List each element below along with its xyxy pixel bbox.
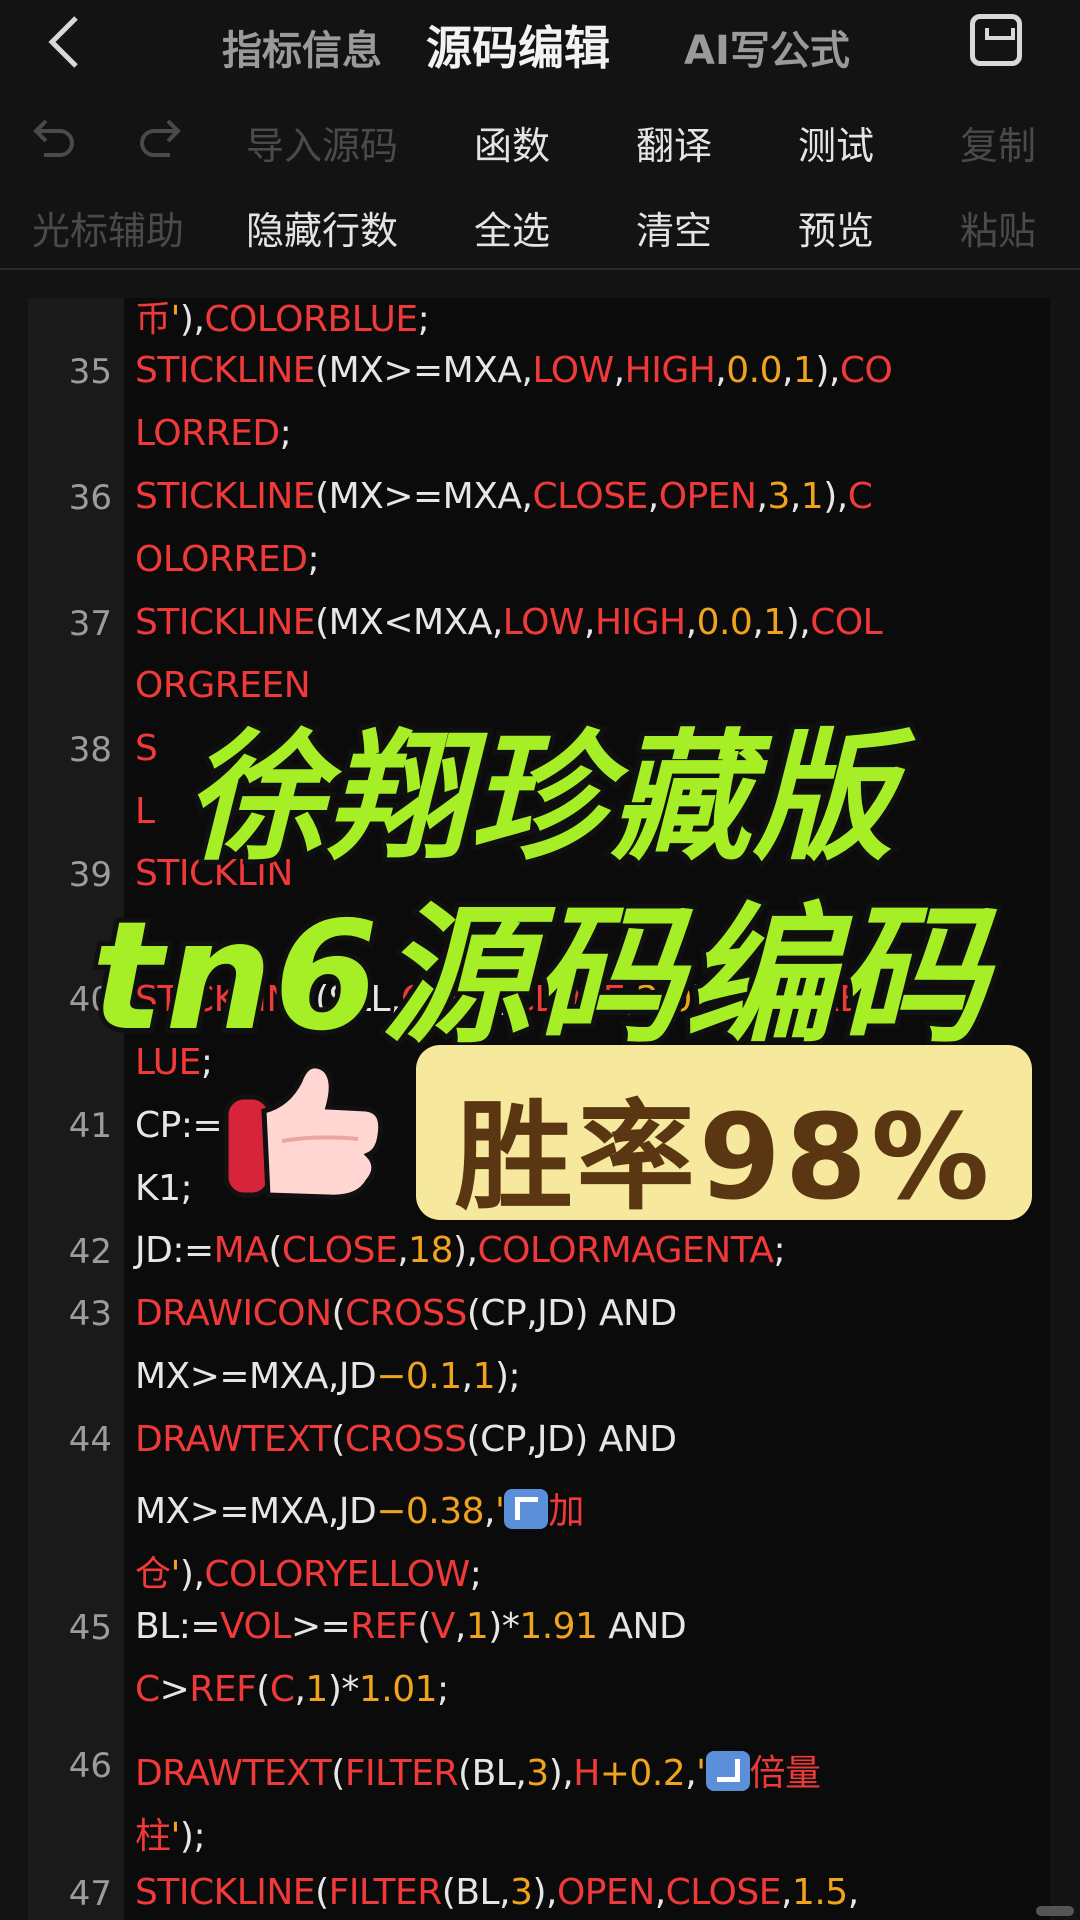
arrow-down-right-emoji-icon <box>705 1751 750 1791</box>
code-line: STICKLINE(MX>=MXA,CLOSE,OPEN,3,1),C <box>135 476 873 517</box>
cursor-assist-button[interactable]: 光标辅助 <box>32 200 184 255</box>
undo-icon[interactable] <box>32 115 76 159</box>
arrow-up-left-emoji-icon <box>504 1489 549 1529</box>
test-button[interactable]: 测试 <box>798 115 874 170</box>
code-line: LORRED; <box>135 413 292 454</box>
back-icon[interactable] <box>44 14 84 70</box>
app-header: 指标信息 源码编辑 AI写公式 <box>0 0 1080 90</box>
code-line: 币'),COLORBLUE; <box>135 299 430 340</box>
hide-line-numbers-button[interactable]: 隐藏行数 <box>246 200 398 255</box>
line-number: 47 <box>68 1874 112 1914</box>
win-rate-badge: 胜率98% <box>416 1045 1032 1226</box>
code-line: DRAWTEXT(FILTER(BL,3),H+0.2,' 倍量 <box>135 1751 821 1794</box>
code-line: 仓'),COLORYELLOW; <box>135 1554 482 1595</box>
code-line: MX>=MXA,JD−0.1,1); <box>135 1356 521 1397</box>
code-line: DRAWICON(CROSS(CP,JD) AND <box>135 1293 677 1334</box>
code-line: BL:=VOL>=REF(V,1)*1.91 AND <box>135 1606 687 1647</box>
thumbs-up-icon <box>223 1063 384 1200</box>
code-line: DRAWTEXT(CROSS(CP,JD) AND <box>135 1419 677 1460</box>
code-line: CP:= <box>135 1105 223 1146</box>
code-line: K1; <box>135 1168 193 1209</box>
win-rate-text: 胜率98% <box>454 1088 994 1226</box>
save-icon[interactable] <box>970 14 1022 66</box>
tab-source-edit[interactable]: 源码编辑 <box>426 12 610 78</box>
line-number: 36 <box>68 478 112 518</box>
editor-toolbar: 导入源码 函数 翻译 测试 复制 光标辅助 隐藏行数 全选 清空 预览 粘贴 <box>0 95 1080 270</box>
scrollbar-thumb[interactable] <box>1036 1906 1074 1916</box>
code-line: STICKLINE(MX>=MXA,LOW,HIGH,0.0,1),CO <box>135 350 893 391</box>
line-number: 41 <box>68 1106 112 1146</box>
toolbar-divider <box>0 268 1080 270</box>
line-number: 42 <box>68 1232 112 1272</box>
line-number: 43 <box>68 1294 112 1334</box>
line-number: 45 <box>68 1608 112 1648</box>
code-line: 柱'); <box>135 1816 206 1857</box>
code-line: C>REF(C,1)*1.01; <box>135 1669 449 1710</box>
overlay-title-line2: tn6源码编码 <box>87 885 992 1069</box>
line-number: 44 <box>68 1420 112 1460</box>
code-line: STICKLINE(MX<MXA,LOW,HIGH,0.0,1),COL <box>135 602 883 643</box>
tab-ai-formula[interactable]: AI写公式 <box>684 18 850 76</box>
code-line: JD:=MA(CLOSE,18),COLORMAGENTA; <box>135 1230 786 1271</box>
code-line: MX>=MXA,JD−0.38,' 加 <box>135 1489 584 1532</box>
code-line: STICKLINE(FILTER(BL,3),OPEN,CLOSE,1.5, <box>135 1872 859 1913</box>
preview-button[interactable]: 预览 <box>798 200 874 255</box>
paste-button[interactable]: 粘贴 <box>960 200 1036 255</box>
line-number: 37 <box>68 604 112 644</box>
import-source-button[interactable]: 导入源码 <box>246 115 398 170</box>
redo-icon[interactable] <box>138 115 182 159</box>
translate-button[interactable]: 翻译 <box>636 115 712 170</box>
copy-button[interactable]: 复制 <box>960 115 1036 170</box>
line-number: 35 <box>68 352 112 392</box>
code-line: OLORRED; <box>135 539 320 580</box>
tab-indicator-info[interactable]: 指标信息 <box>222 18 382 76</box>
functions-button[interactable]: 函数 <box>474 115 550 170</box>
line-number: 46 <box>68 1746 112 1786</box>
select-all-button[interactable]: 全选 <box>474 200 550 255</box>
clear-button[interactable]: 清空 <box>636 200 712 255</box>
